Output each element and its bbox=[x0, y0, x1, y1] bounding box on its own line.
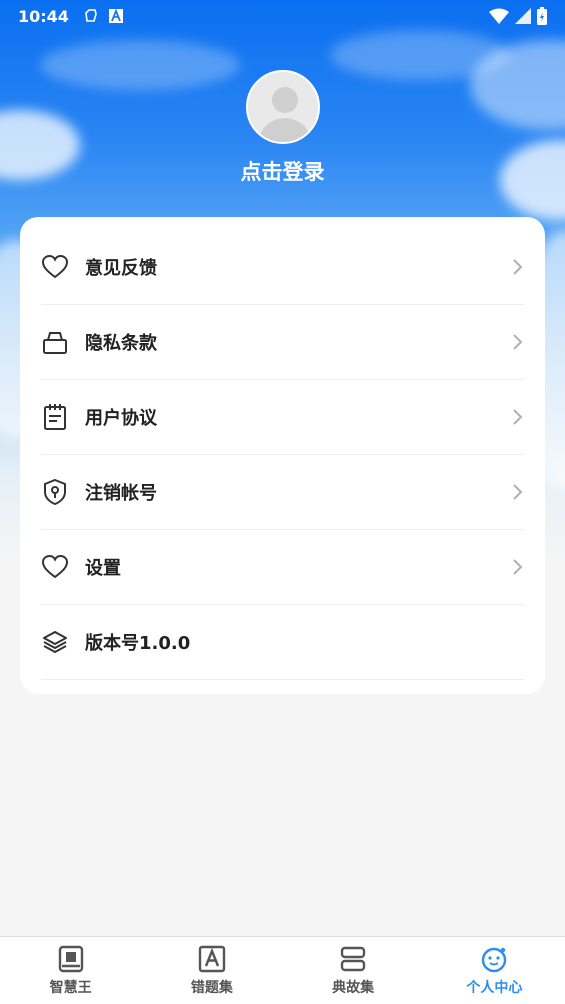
settings-menu-card: 意见反馈 隐私条款 用户协议 注销帐号 设置 版本号1.0.0 bbox=[20, 217, 545, 694]
menu-item-delete-account[interactable]: 注销帐号 bbox=[41, 455, 524, 530]
chevron-right-icon bbox=[513, 484, 523, 500]
tab-label: 智慧王 bbox=[49, 980, 92, 996]
chevron-right-icon bbox=[513, 259, 523, 275]
menu-item-label: 隐私条款 bbox=[85, 333, 157, 354]
tab-label: 个人中心 bbox=[466, 980, 523, 996]
menu-item-user-agreement[interactable]: 用户协议 bbox=[41, 380, 524, 455]
tab-allusions[interactable]: 典故集 bbox=[283, 937, 424, 1004]
avatar[interactable] bbox=[246, 70, 320, 144]
lock-icon bbox=[41, 328, 69, 356]
battery-icon bbox=[537, 7, 547, 25]
bottom-tab-bar: 智慧王 错题集 典故集 个人中心 bbox=[0, 936, 565, 1004]
wifi-icon bbox=[489, 8, 509, 24]
tab-wrong-questions[interactable]: 错题集 bbox=[141, 937, 282, 1004]
status-bar: 10:44 bbox=[0, 0, 565, 32]
layers-icon bbox=[41, 628, 69, 656]
menu-item-label: 用户协议 bbox=[85, 408, 157, 429]
tab-personal-center[interactable]: 个人中心 bbox=[424, 937, 565, 1004]
smiley-icon bbox=[482, 947, 507, 973]
tab-label: 错题集 bbox=[190, 980, 233, 996]
book-icon bbox=[58, 945, 83, 973]
tab-label: 典故集 bbox=[332, 980, 375, 996]
clipboard-icon bbox=[41, 403, 69, 431]
chevron-right-icon bbox=[513, 559, 523, 575]
menu-item-label: 意见反馈 bbox=[85, 258, 157, 279]
login-link[interactable]: 点击登录 bbox=[0, 156, 565, 186]
version-label: 版本号1.0.0 bbox=[85, 633, 191, 654]
heart-icon bbox=[41, 553, 69, 581]
menu-item-version: 版本号1.0.0 bbox=[41, 605, 524, 680]
notification-icon bbox=[85, 9, 97, 22]
chevron-right-icon bbox=[513, 334, 523, 350]
menu-item-privacy[interactable]: 隐私条款 bbox=[41, 305, 524, 380]
menu-item-label: 注销帐号 bbox=[85, 483, 157, 504]
heart-icon bbox=[41, 253, 69, 281]
status-time: 10:44 bbox=[18, 6, 69, 26]
signal-icon bbox=[515, 8, 531, 24]
letter-a-icon bbox=[198, 945, 226, 973]
stack-icon bbox=[340, 946, 366, 972]
tab-wisdom-king[interactable]: 智慧王 bbox=[0, 937, 141, 1004]
menu-item-settings[interactable]: 设置 bbox=[41, 530, 524, 605]
menu-item-label: 设置 bbox=[85, 558, 121, 579]
chevron-right-icon bbox=[513, 409, 523, 425]
menu-item-feedback[interactable]: 意见反馈 bbox=[41, 230, 524, 305]
shield-key-icon bbox=[41, 478, 69, 506]
app-a-icon bbox=[108, 9, 123, 23]
